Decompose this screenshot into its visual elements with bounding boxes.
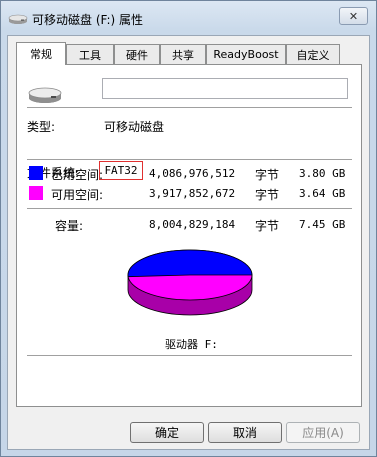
window-title: 可移动磁盘 (F:) 属性 [32, 13, 144, 27]
type-value: 可移动磁盘 [104, 120, 165, 134]
separator [27, 159, 352, 160]
used-space-size: 3.80 GB [299, 167, 346, 180]
tab-general-label: 常规 [30, 48, 52, 61]
general-tab-panel: 类型: 可移动磁盘 文件系统: FAT32 已用空间: 4,086,976,51… [16, 64, 362, 407]
tab-sharing-label: 共享 [172, 48, 194, 62]
cancel-button[interactable]: 取消 [208, 422, 282, 443]
type-label: 类型: [27, 120, 56, 134]
tab-hardware[interactable]: 硬件 [114, 44, 160, 64]
tab-readyboost-label: ReadyBoost [213, 48, 279, 61]
tab-general[interactable]: 常规 [16, 42, 66, 65]
separator [27, 107, 352, 108]
tab-customize[interactable]: 自定义 [286, 44, 340, 64]
free-space-unit: 字节 [255, 188, 280, 202]
removable-drive-icon [8, 14, 28, 24]
dialog-client-area: 常规 工具 硬件 共享 ReadyBoost 自定义 类型: 可移动磁盘 文件系… [7, 35, 370, 450]
ok-button[interactable]: 确定 [130, 422, 204, 443]
drive-caption: 驱动器 F: [165, 338, 218, 351]
title-bar[interactable]: 可移动磁盘 (F:) 属性 ✕ [1, 1, 376, 35]
used-space-label: 已用空间: [51, 168, 104, 182]
used-space-bytes: 4,086,976,512 [149, 167, 236, 180]
capacity-size: 7.45 GB [299, 218, 346, 231]
close-button[interactable]: ✕ [339, 7, 368, 25]
capacity-bytes: 8,004,829,184 [149, 218, 236, 231]
used-space-swatch [29, 166, 43, 180]
pie-slice-used [127, 249, 253, 278]
separator [27, 208, 352, 209]
free-space-swatch [29, 186, 43, 200]
capacity-label: 容量: [55, 219, 84, 233]
disk-usage-pie [127, 249, 253, 316]
used-space-unit: 字节 [255, 168, 280, 182]
separator [27, 355, 352, 356]
tab-sharing[interactable]: 共享 [160, 44, 206, 64]
tab-customize-label: 自定义 [296, 48, 330, 62]
tab-tools-label: 工具 [79, 48, 101, 62]
free-space-bytes: 3,917,852,672 [149, 187, 236, 200]
tab-readyboost[interactable]: ReadyBoost [206, 44, 286, 64]
tab-hardware-label: 硬件 [126, 48, 148, 62]
free-space-size: 3.64 GB [299, 187, 346, 200]
tab-tools[interactable]: 工具 [66, 44, 114, 64]
removable-drive-icon [28, 87, 62, 103]
apply-button[interactable]: 应用(A) [286, 422, 360, 443]
properties-window: 可移动磁盘 (F:) 属性 ✕ 常规 工具 硬件 共享 ReadyBoost 自… [0, 0, 377, 457]
volume-name-input[interactable] [102, 78, 348, 99]
capacity-unit: 字节 [255, 219, 280, 233]
free-space-label: 可用空间: [51, 188, 104, 202]
filesystem-value: FAT32 [99, 161, 143, 180]
close-icon: ✕ [348, 9, 359, 23]
